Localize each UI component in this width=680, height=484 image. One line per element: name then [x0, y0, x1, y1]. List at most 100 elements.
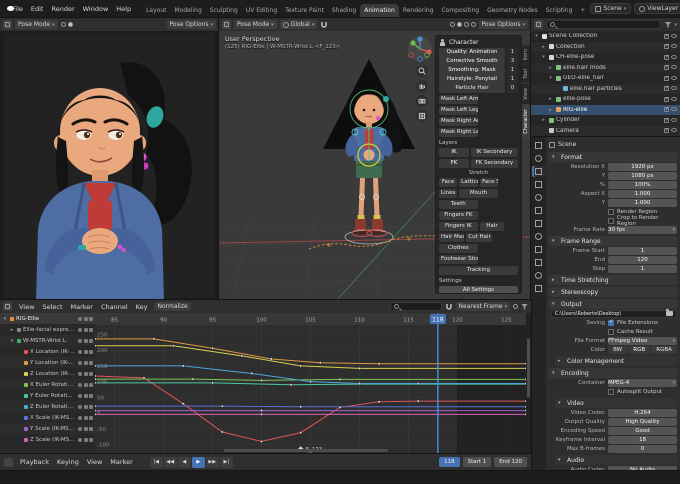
workspace-tab[interactable]: Compositing	[437, 4, 483, 18]
pose-options-dropdown[interactable]: Pose Options ▾	[478, 20, 528, 29]
timeline-menu-item[interactable]: Keying	[53, 457, 83, 467]
color-mode-option[interactable]: RGBA	[651, 345, 678, 354]
visibility-eye-icon[interactable]	[671, 96, 677, 101]
channel-label[interactable]: Z Scale (IK-MSTR-Wrist.L)	[30, 437, 76, 443]
color-mode-option[interactable]: BW	[608, 345, 628, 354]
channel-row[interactable]: X Scale (IK-MSTR-Wrist.L)	[0, 412, 95, 423]
channel-row[interactable]: Y Euler Rotation (IK-MSTR-Wrist.L)	[0, 390, 95, 401]
channel-label[interactable]: X Location (IK-MSTR-Wrist.L)	[30, 349, 76, 355]
viewlayer-selector[interactable]: ViewLayer ✕	[634, 3, 680, 14]
outliner-row[interactable]: Camera	[531, 125, 680, 136]
menu-item[interactable]: Render	[47, 4, 78, 14]
transport-button[interactable]: ▶▶	[205, 456, 219, 468]
gizmo-toggle-icon[interactable]	[60, 22, 66, 27]
panel-header-video[interactable]: ▾ Video	[555, 398, 677, 408]
channel-row[interactable]: Y Scale (IK-MSTR-Wrist.L)	[0, 423, 95, 434]
selectability-checkbox-icon[interactable]	[664, 85, 669, 92]
channel-lock-icon[interactable]	[89, 426, 93, 431]
channel-label[interactable]: Y Location (IK-MSTR-Wrist.L)	[30, 360, 76, 366]
channel-row[interactable]: Y Location (IK-MSTR-Wrist.L)	[0, 357, 95, 368]
rig-toggle-value[interactable]: 3	[507, 57, 518, 66]
channel-row[interactable]: X Location (IK-MSTR-Wrist.L)	[0, 346, 95, 357]
camera-view-icon[interactable]	[416, 95, 428, 107]
workspace-tab[interactable]: Shading	[328, 4, 360, 18]
channel-label[interactable]: Y Euler Rotation (IK-MSTR-Wrist.L)	[30, 393, 76, 399]
scene-properties-tab[interactable]	[532, 192, 545, 203]
menu-item[interactable]: Help	[112, 4, 135, 14]
channel-row[interactable]: ▾ RIG-Ellie	[0, 313, 95, 324]
expand-arrow-icon[interactable]: ▾	[547, 75, 554, 81]
menu-item[interactable]: Edit	[27, 4, 48, 14]
graph-menu-item[interactable]: Select	[38, 302, 66, 312]
layer-button[interactable]: Tracking	[439, 266, 518, 275]
channel-label[interactable]: Y Scale (IK-MSTR-Wrist.L)	[30, 426, 76, 432]
selectability-checkbox-icon[interactable]	[664, 75, 669, 81]
rendered-shading-icon[interactable]	[470, 22, 476, 27]
camera-preview-body[interactable]	[0, 31, 219, 300]
zoom-icon[interactable]	[416, 65, 428, 77]
editor-type-icon[interactable]	[3, 302, 12, 311]
selectability-checkbox-icon[interactable]	[664, 117, 669, 123]
world-properties-tab[interactable]	[532, 205, 545, 216]
layer-button[interactable]: Face	[439, 178, 458, 187]
selectability-checkbox-icon[interactable]	[664, 127, 669, 134]
outliner-item-label[interactable]: Cylinder	[556, 117, 662, 123]
channel-row[interactable]: ▸ Ellie-facial expressions	[0, 324, 95, 335]
timeline-menu-item[interactable]: Marker	[106, 457, 136, 467]
outliner-item-label[interactable]: Camera	[556, 128, 662, 134]
frame-end-field[interactable]: End 120	[494, 457, 527, 467]
number-field[interactable]: 120	[608, 255, 677, 264]
outliner-row[interactable]: ▸ RIG-ellie	[531, 104, 680, 115]
graph-menu-item[interactable]: Marker	[67, 302, 97, 312]
sidebar-tab[interactable]: Tool	[522, 65, 531, 84]
transform-orientation-dropdown[interactable]: Global ▾	[279, 20, 318, 29]
graph-menu-item[interactable]: Channel	[97, 302, 132, 312]
graph-menu-item[interactable]: View	[15, 302, 38, 312]
current-frame-field[interactable]: 118	[439, 457, 460, 467]
audio-codec-select[interactable]: No Audio	[608, 465, 677, 470]
layer-button[interactable]: Teeth	[439, 200, 478, 209]
channel-row[interactable]: Z Euler Rotation (IK-MSTR-Wrist.L)	[0, 401, 95, 412]
outliner-item-label[interactable]: ellie-pose	[563, 96, 662, 102]
layer-button[interactable]: Clothes	[439, 244, 478, 253]
layer-button[interactable]: Lattice	[459, 178, 479, 187]
channel-lock-icon[interactable]	[89, 316, 93, 321]
expand-arrow-icon[interactable]: ▾	[2, 316, 8, 322]
visibility-eye-icon[interactable]	[671, 65, 677, 70]
sidebar-tab[interactable]: View	[522, 84, 531, 104]
frame-rate-select[interactable]: 30 fps ▾	[608, 225, 677, 234]
outliner-item-label[interactable]: ellie.hair mods	[563, 65, 662, 71]
outliner-row[interactable]: ellie.hair particles	[531, 83, 680, 94]
number-field[interactable]: 1	[608, 264, 677, 273]
menu-item[interactable]: Window	[79, 4, 113, 14]
filter-icon[interactable]	[521, 303, 528, 310]
wireframe-shading-icon[interactable]	[449, 22, 455, 27]
mask-button[interactable]: Mask Left Arm	[439, 95, 478, 104]
proportional-edit-icon[interactable]	[513, 304, 518, 309]
expand-arrow-icon[interactable]: ▾	[540, 54, 547, 60]
rig-toggle-value[interactable]: 1	[507, 75, 518, 84]
channel-row[interactable]: Z Scale (IK-MSTR-Wrist.L)	[0, 434, 95, 445]
channel-search-input[interactable]	[389, 302, 442, 311]
number-field[interactable]: 1080 px	[608, 171, 677, 180]
encoding-field[interactable]: 18	[608, 435, 677, 444]
channel-lock-icon[interactable]	[89, 371, 93, 376]
outliner-item-label[interactable]: CH-ellie-pose	[556, 54, 662, 60]
outliner-search-input[interactable]	[546, 20, 662, 29]
output-properties-tab[interactable]	[532, 166, 545, 177]
layer-button[interactable]: Cut Hair	[466, 233, 492, 242]
sidebar-tab[interactable]: Item	[522, 45, 531, 65]
mask-button[interactable]: Mask Right Leg	[439, 128, 478, 137]
mask-button[interactable]: Mask Left Leg	[439, 106, 478, 115]
color-mode-option[interactable]: RGB	[628, 345, 651, 354]
channel-visibility-icon[interactable]	[78, 426, 82, 431]
visibility-eye-icon[interactable]	[671, 107, 677, 112]
layer-toggle-button[interactable]: IK	[439, 148, 470, 157]
settings-button[interactable]: All Settings	[439, 286, 518, 293]
material-shading-icon[interactable]	[463, 22, 469, 27]
panel-header-stereoscopy[interactable]: ▸ Stereoscopy	[549, 287, 677, 297]
selectability-checkbox-icon[interactable]	[664, 64, 669, 71]
visibility-eye-icon[interactable]	[671, 128, 677, 133]
channel-lock-icon[interactable]	[89, 415, 93, 420]
layer-button[interactable]: Hair Mask	[439, 233, 465, 242]
